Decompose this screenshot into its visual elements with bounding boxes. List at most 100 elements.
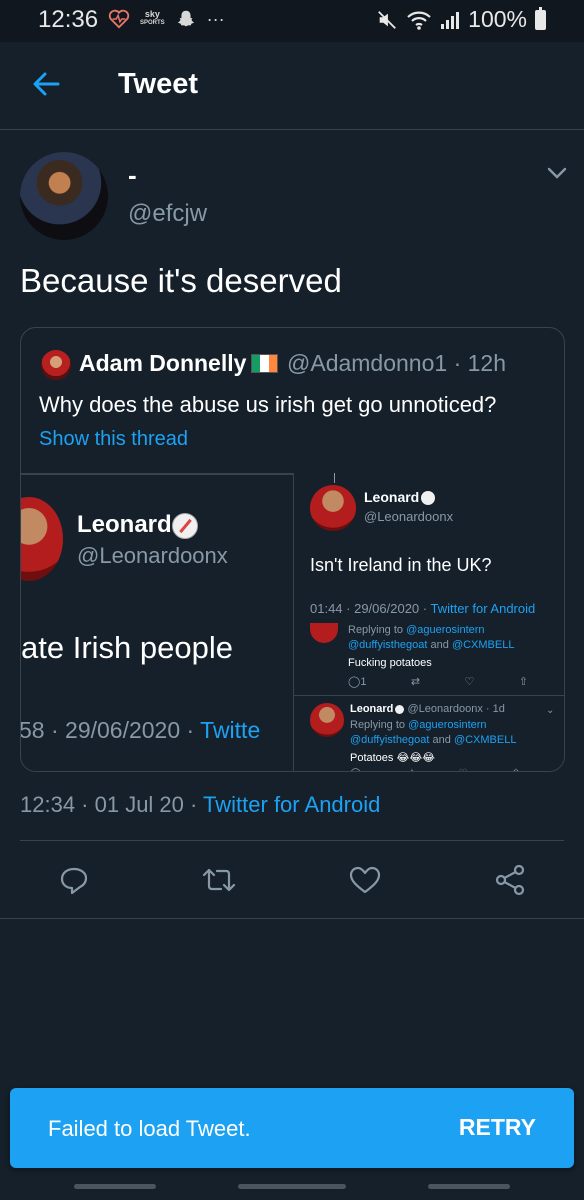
compass-icon xyxy=(395,704,405,714)
status-time: 12:36 xyxy=(38,6,99,33)
error-toast: Failed to load Tweet. RETRY xyxy=(10,1088,574,1168)
chevron-down-icon[interactable] xyxy=(546,164,568,182)
tweet-timestamp: 12:34 · 01 Jul 20 · xyxy=(20,792,204,817)
reply1-like-icon: ♡ xyxy=(464,676,475,688)
reply-divider xyxy=(294,695,564,696)
reply2-reply-icon: ◯ xyxy=(350,768,361,771)
thread-line xyxy=(334,473,335,483)
reply1-avatar xyxy=(310,623,338,643)
like-button[interactable] xyxy=(343,858,387,902)
reply1-reply-count: 1 xyxy=(360,676,367,688)
reply1-retweet-icon: ⇄ xyxy=(410,676,421,688)
nav-home-button[interactable] xyxy=(238,1184,346,1189)
tweet-meta: 12:34 · 01 Jul 20 · Twitter for Android xyxy=(20,792,380,818)
snapchat-icon xyxy=(177,10,194,27)
author-avatar[interactable] xyxy=(20,152,108,240)
reply1-share-icon: ⇧ xyxy=(518,676,528,688)
reply2-handle-time: @Leonardoonx · 1d xyxy=(407,703,505,715)
divider xyxy=(20,840,564,841)
screenshot-right-meta: 01:44 · 29/06/2020 · Twitter for Android xyxy=(310,601,535,616)
screenshot-left-meta: 58 · 29/06/2020 · Twitte xyxy=(21,717,260,744)
battery-percent: 100% xyxy=(468,6,527,32)
quoted-author-handle-time: @Adamdonno1 · 12h xyxy=(287,350,506,376)
tweet-action-bar xyxy=(0,858,584,902)
reply2-mention-3: @CXMBELL xyxy=(453,734,517,746)
reply2-replying-to: Replying to @aguerosintern @duffyisthego… xyxy=(350,718,516,748)
share-button[interactable] xyxy=(488,858,532,902)
retry-button[interactable]: RETRY xyxy=(459,1114,536,1141)
reply2-avatar xyxy=(310,703,344,737)
reply1-text: Fucking potatoes xyxy=(348,657,432,669)
screenshot-right-handle: @Leonardoonx xyxy=(364,509,454,524)
retweet-icon xyxy=(202,868,236,892)
screenshot-left: Leonard @Leonardoonx ate Irish people 58… xyxy=(21,473,293,771)
screenshot-right-meta-link: Twitter for Android xyxy=(430,601,536,616)
battery-icon xyxy=(535,6,546,30)
back-arrow-icon[interactable] xyxy=(30,68,62,100)
screenshot-left-meta-date: 58 · 29/06/2020 · xyxy=(21,717,201,743)
screenshot-left-avatar xyxy=(21,497,63,581)
ireland-flag-icon xyxy=(251,354,278,373)
sports-text: SPORTS xyxy=(140,20,165,26)
reply2-chevron-down-icon: ⌄ xyxy=(546,705,555,716)
reply2-and: and xyxy=(429,734,454,746)
reply1-actions: ◯1 ⇄ ♡ ⇧ xyxy=(348,675,528,688)
reply1-replying-prefix: Replying to xyxy=(348,624,407,636)
quoted-author-name: Adam Donnelly xyxy=(79,350,247,376)
nav-back-button[interactable] xyxy=(428,1184,510,1189)
quoted-author-avatar xyxy=(41,350,71,380)
author-display-name[interactable]: - xyxy=(128,160,137,191)
compass-icon xyxy=(421,491,436,506)
screenshot-left-handle: @Leonardoonx xyxy=(77,543,228,568)
reply2-share-icon: ⇧ xyxy=(512,768,520,771)
screenshot-left-meta-link: Twitte xyxy=(200,717,261,743)
like-icon xyxy=(349,866,381,894)
notification-icons: sky SPORTS ··· xyxy=(108,8,225,30)
tweet-source-link[interactable]: Twitter for Android xyxy=(203,792,380,817)
reply1-mention-1: @aguerosintern xyxy=(406,624,485,636)
status-right: 100% xyxy=(376,6,546,33)
reply2-header: Leonard @Leonardoonx · 1d xyxy=(350,703,505,715)
compass-icon xyxy=(171,512,198,539)
tweet-text: Because it's deserved xyxy=(20,262,342,299)
page-title: Tweet xyxy=(118,68,199,100)
show-thread-link[interactable]: Show this thread xyxy=(39,428,188,451)
nav-recents-button[interactable] xyxy=(74,1184,156,1189)
screenshot-right-name-text: Leonard xyxy=(364,489,420,505)
reply2-text: Potatoes 😂😂😂 xyxy=(350,752,436,764)
sky-sports-icon: sky SPORTS xyxy=(140,10,165,28)
toast-message: Failed to load Tweet. xyxy=(48,1116,251,1141)
reply2-name: Leonard xyxy=(350,703,394,715)
screenshot-right-avatar xyxy=(310,485,356,531)
screenshot-right: Leonard @Leonardoonx Isn't Ireland in th… xyxy=(293,473,564,771)
reply-icon xyxy=(60,867,88,895)
share-icon xyxy=(495,864,525,896)
reply2-actions: ◯ ⇄ ♡ ⇧ xyxy=(350,768,520,771)
screenshot-left-text: ate Irish people xyxy=(21,630,233,665)
screenshot-left-name: Leonard xyxy=(77,511,198,539)
more-dots-icon: ··· xyxy=(206,8,225,29)
screenshot-left-name-text: Leonard xyxy=(77,511,172,538)
reply1-and: and xyxy=(427,639,452,651)
quoted-tweet-image[interactable]: Leonard @Leonardoonx ate Irish people 58… xyxy=(21,473,564,771)
reply1-mention-2: @duffyisthegoat xyxy=(348,639,428,651)
reply2-mention-1: @aguerosintern xyxy=(408,719,487,731)
quoted-tweet-card[interactable]: Adam Donnelly @Adamdonno1 · 12h Why does… xyxy=(20,327,565,772)
heart-rate-icon xyxy=(108,9,130,29)
reply1-replying-to: Replying to @aguerosintern @duffyisthego… xyxy=(348,623,514,653)
quoted-tweet-text: Why does the abuse us irish get go unnot… xyxy=(39,392,497,417)
mute-icon xyxy=(378,10,397,29)
reply2-mention-2: @duffyisthegoat xyxy=(350,734,430,746)
signal-icon xyxy=(441,11,460,29)
reply2-retweet-icon: ⇄ xyxy=(406,768,414,771)
retweet-button[interactable] xyxy=(197,858,241,902)
screenshot-right-text: Isn't Ireland in the UK? xyxy=(310,555,492,575)
reply-button[interactable] xyxy=(52,858,96,902)
reply2-replying-prefix: Replying to xyxy=(350,719,409,731)
reply2-like-icon: ♡ xyxy=(458,768,467,771)
screenshot-right-meta-date: 01:44 · 29/06/2020 · xyxy=(310,601,431,616)
wifi-icon xyxy=(407,11,431,30)
app-header: Tweet xyxy=(0,42,584,130)
author-handle[interactable]: @efcjw xyxy=(128,200,207,228)
sky-text: sky xyxy=(144,9,160,19)
